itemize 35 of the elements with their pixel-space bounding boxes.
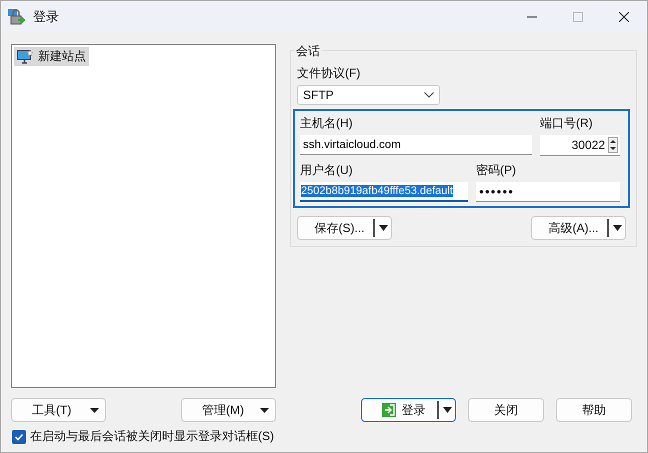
- password-field[interactable]: ●●●●●●: [476, 182, 620, 202]
- monitor-icon: [17, 50, 33, 64]
- site-item[interactable]: 新建站点: [14, 47, 89, 66]
- manage-button[interactable]: 管理(M): [181, 398, 276, 422]
- field-label: 密码(P): [476, 162, 517, 179]
- checkmark-icon: [14, 432, 24, 442]
- lock-icon: [7, 8, 25, 26]
- advanced-button[interactable]: 高级(A)...: [531, 216, 626, 240]
- tools-button[interactable]: 工具(T): [11, 398, 106, 422]
- host-field[interactable]: ssh.virtaicloud.com: [300, 135, 532, 155]
- close-button[interactable]: 关闭: [468, 398, 544, 422]
- field-label: 文件协议(F): [297, 65, 362, 82]
- caret-icon: [260, 408, 269, 412]
- group-label: 会话: [294, 43, 322, 60]
- username-field[interactable]: 2502b8b919afb49fffe53.default: [300, 182, 468, 202]
- caret-icon: [379, 225, 388, 231]
- login-button[interactable]: 登录: [361, 398, 456, 422]
- maximize-icon: [573, 12, 583, 22]
- checkbox[interactable]: [12, 430, 26, 444]
- help-button[interactable]: 帮助: [556, 398, 632, 422]
- chevron-icon: [424, 92, 434, 98]
- caret-icon: [613, 225, 622, 231]
- caret-icon: [90, 408, 99, 412]
- field-label: 用户名(U): [300, 162, 354, 179]
- port-field[interactable]: 30022: [540, 135, 620, 156]
- caret-icon: [443, 407, 452, 413]
- spin-arrows-icon[interactable]: [608, 137, 618, 153]
- field-label: 端口号(R): [540, 115, 594, 132]
- save-button[interactable]: 保存(S)...: [297, 216, 392, 240]
- protocol-dropdown[interactable]: SFTP: [297, 85, 440, 105]
- checkbox-label: 在启动与最后会话被关闭时显示登录对话框(S): [30, 428, 274, 445]
- field-label: 主机名(H): [300, 115, 354, 132]
- window-title: 登录: [33, 8, 59, 26]
- close-icon[interactable]: [619, 12, 629, 22]
- login-icon: [382, 403, 396, 417]
